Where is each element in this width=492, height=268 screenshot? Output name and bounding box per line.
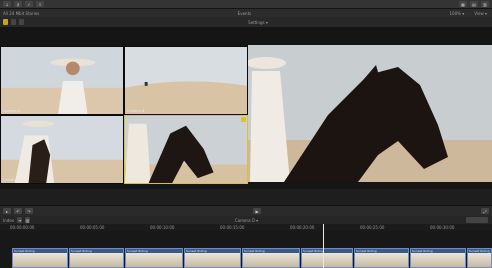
- timeline-header: Index ⇥ ▥ Camera D ▾: [0, 216, 492, 224]
- angle-viewer: Camera A Camera B Camera C Camera D: [0, 27, 492, 189]
- check-icon[interactable]: ✓: [25, 1, 33, 7]
- timeline-clip[interactable]: Sunset Riding: [242, 248, 300, 268]
- import-icon[interactable]: ↓: [3, 1, 11, 7]
- video-icon[interactable]: [3, 19, 8, 25]
- viewer-frame: [248, 45, 492, 182]
- layout-icon-3[interactable]: ▥: [481, 1, 489, 7]
- share-icon[interactable]: ⇪: [36, 1, 44, 7]
- timeline-clip[interactable]: Sunset Riding: [12, 248, 68, 268]
- timeline-clip[interactable]: Sunset Riding: [467, 248, 492, 268]
- clip-thumbnail: [70, 253, 123, 267]
- angle-label: Camera D: [127, 178, 145, 182]
- index-button[interactable]: Index: [3, 218, 14, 223]
- browser-header: All 24 Mbit Stories Events 100% ▾ View ▾: [0, 9, 492, 17]
- angle-label: Camera C: [3, 178, 21, 182]
- timeline-toolbar: ▸ ↶ ↷ ▶ ⤢: [0, 205, 492, 216]
- undo-icon[interactable]: ↶: [14, 208, 22, 214]
- layout-icon[interactable]: ▦: [459, 1, 467, 7]
- top-toolbar: ↓ ⚷ ✓ ⇪ ▦ ▤ ▥: [0, 0, 492, 9]
- timeline-clip[interactable]: Sunset Riding: [301, 248, 353, 268]
- arrow-tool-icon[interactable]: ▸: [3, 208, 11, 214]
- angle-camera-d[interactable]: Camera D: [124, 115, 248, 184]
- library-title: All 24 Mbit Stories: [3, 10, 40, 16]
- snap-icon[interactable]: ⇥: [17, 217, 23, 223]
- rider-image: [1, 116, 123, 183]
- clip-thumbnail: [468, 253, 491, 267]
- clip-appearance-icon[interactable]: ▥: [25, 217, 31, 223]
- clip-thumbnail: [302, 253, 352, 267]
- angle-camera-b[interactable]: Camera B: [124, 46, 248, 115]
- active-angle-indicator: [241, 117, 246, 122]
- ruler-tick: 00:00:30:00: [430, 225, 455, 230]
- ruler-tick: 00:00:25:00: [360, 225, 385, 230]
- clip-thumbnail: [355, 253, 408, 267]
- settings-menu[interactable]: Settings ▾: [248, 20, 268, 25]
- desert-image: [125, 47, 247, 114]
- timeline-clip[interactable]: Sunset Riding: [125, 248, 183, 268]
- zoom-slider-icon[interactable]: [466, 217, 488, 223]
- ruler-tick: 00:00:10:00: [150, 225, 175, 230]
- clip-thumbnail: [126, 253, 182, 267]
- redo-icon[interactable]: ↷: [25, 208, 33, 214]
- angle-camera-c[interactable]: Camera C: [0, 115, 124, 184]
- angle-label: Camera B: [127, 109, 145, 113]
- clip-thumbnail: [185, 253, 240, 267]
- zoom-menu[interactable]: 100% ▾: [450, 11, 465, 16]
- playhead[interactable]: [323, 224, 324, 268]
- timeline-clip[interactable]: Sunset Riding: [69, 248, 124, 268]
- angle-menu[interactable]: Camera D ▾: [235, 218, 258, 223]
- angle-label: Camera A: [3, 109, 21, 113]
- clip-thumbnail: [243, 253, 299, 267]
- timeline-clip[interactable]: Sunset Riding: [410, 248, 466, 268]
- timeline-track: Sunset Riding Sunset Riding Sunset Ridin…: [0, 231, 492, 268]
- ruler-tick: 00:00:20:00: [290, 225, 315, 230]
- angle-camera-a[interactable]: Camera A: [0, 46, 124, 115]
- timeline-clip[interactable]: Sunset Riding: [354, 248, 409, 268]
- fullscreen-icon[interactable]: ⤢: [481, 208, 489, 214]
- main-viewer: [248, 45, 492, 182]
- ruler-tick: 00:00:05:00: [80, 225, 105, 230]
- clip-thumbnail: [411, 253, 465, 267]
- audio-icon[interactable]: [11, 19, 16, 25]
- clip-thumbnail: [13, 253, 67, 267]
- ruler-tick: 00:00:00:00: [10, 225, 35, 230]
- timeline-clip[interactable]: Sunset Riding: [184, 248, 241, 268]
- event-title: Events: [237, 10, 252, 16]
- timeline-ruler[interactable]: 00:00:00:00 00:00:05:00 00:00:10:00 00:0…: [0, 224, 492, 231]
- view-menu[interactable]: View ▾: [474, 11, 487, 16]
- layout-icon-2[interactable]: ▤: [470, 1, 478, 7]
- horse-image: [125, 116, 247, 183]
- play-icon[interactable]: ▶: [253, 208, 261, 214]
- ruler-tick: 00:00:15:00: [220, 225, 245, 230]
- angle-bar: Settings ▾: [0, 17, 492, 27]
- portrait-image: [1, 47, 123, 114]
- key-icon[interactable]: ⚷: [14, 1, 22, 7]
- camera-icon[interactable]: [19, 19, 24, 25]
